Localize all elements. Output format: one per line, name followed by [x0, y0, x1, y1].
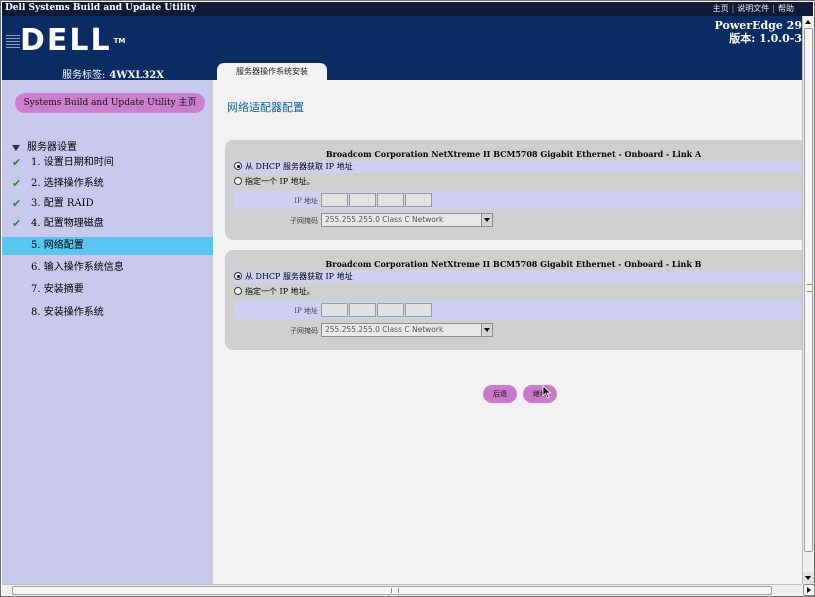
- check-icon: ✔: [12, 197, 22, 210]
- sidebar-item-network[interactable]: 5. 网络配置: [2, 237, 213, 255]
- ip-octet-2[interactable]: [349, 193, 376, 207]
- vertical-scrollbar[interactable]: [802, 16, 814, 584]
- check-icon: ✔: [12, 177, 22, 190]
- sidebar-item-label: 1. 设置日期和时间: [31, 157, 114, 168]
- ip-address-label: IP 地址: [294, 197, 318, 205]
- sidebar-item-summary[interactable]: 7. 安装摘要: [2, 281, 213, 299]
- radio-dhcp[interactable]: [234, 162, 242, 170]
- service-tag: 服务标签: 4WXL32X: [62, 70, 165, 81]
- product-model: PowerEdge 29: [714, 19, 802, 32]
- subnet-select[interactable]: 255.255.255.0 Class C Network: [321, 323, 493, 337]
- vertical-scroll-thumb[interactable]: [804, 28, 813, 552]
- horizontal-scrollbar[interactable]: [2, 584, 815, 596]
- nav-root-server-setup[interactable]: 服务器设置: [12, 138, 77, 153]
- ip-address-row: IP 地址: [234, 301, 802, 319]
- sidebar-item-select-os[interactable]: ✔ 2. 选择操作系统: [2, 175, 213, 193]
- product-info: PowerEdge 29 版本: 1.0.0-3: [715, 19, 802, 45]
- mouse-cursor-icon: [542, 385, 552, 399]
- sidebar-item-install-os[interactable]: 8. 安装操作系统: [2, 304, 213, 322]
- sidebar: Systems Build and Update Utility 主页 服务器设…: [2, 80, 213, 584]
- scroll-right-icon[interactable]: [803, 584, 815, 596]
- check-icon: ✔: [12, 156, 22, 169]
- adapter-panel-a: Broadcom Corporation NetXtreme II BCM570…: [225, 140, 802, 240]
- sidebar-item-raid[interactable]: ✔ 3. 配置 RAID: [2, 195, 213, 213]
- subnet-row: 子网掩码 255.255.255.0 Class C Network: [234, 321, 802, 339]
- title-bar: Dell Systems Build and Update Utility 主页…: [2, 2, 813, 16]
- adapter-title: Broadcom Corporation NetXtreme II BCM570…: [325, 149, 702, 159]
- ip-octet-3[interactable]: [377, 193, 404, 207]
- sidebar-item-label: 7. 安装摘要: [31, 284, 84, 295]
- ip-octet-4[interactable]: [405, 303, 432, 317]
- ip-octet-1[interactable]: [321, 193, 348, 207]
- home-link[interactable]: 主页: [710, 4, 732, 13]
- header-banner: DELL TM PowerEdge 29 版本: 1.0.0-3 服务标签: 4WX…: [2, 16, 802, 81]
- sidebar-item-os-info[interactable]: 6. 输入操作系统信息: [2, 259, 213, 277]
- subnet-label: 子网掩码: [290, 327, 318, 335]
- scroll-down-icon[interactable]: [803, 572, 814, 584]
- subnet-label: 子网掩码: [290, 217, 318, 225]
- page-title: 网络适配器配置: [227, 101, 304, 114]
- ip-octet-1[interactable]: [321, 303, 348, 317]
- sidebar-item-label: 6. 输入操作系统信息: [31, 262, 124, 273]
- radio-static-ip[interactable]: [234, 287, 242, 295]
- back-button[interactable]: 后退: [483, 385, 517, 403]
- docs-link[interactable]: 说明文件: [734, 4, 772, 13]
- sidebar-item-date-time[interactable]: ✔ 1. 设置日期和时间: [2, 154, 213, 172]
- dhcp-option[interactable]: 从 DHCP 服务器获取 IP 地址: [234, 271, 802, 283]
- chevron-down-icon: [481, 214, 492, 226]
- sidebar-item-label: 4. 配置物理磁盘: [31, 218, 104, 229]
- static-ip-option[interactable]: 指定一个 IP 地址。: [234, 176, 802, 188]
- ip-octet-2[interactable]: [349, 303, 376, 317]
- ip-address-label: IP 地址: [294, 307, 318, 315]
- ip-address-row: IP 地址: [234, 191, 802, 209]
- main-content: 网络适配器配置 Broadcom Corporation NetXtreme I…: [213, 80, 802, 584]
- subnet-select[interactable]: 255.255.255.0 Class C Network: [321, 213, 493, 227]
- check-icon: ✔: [12, 217, 22, 230]
- window-title: Dell Systems Build and Update Utility: [5, 3, 197, 13]
- browser-window: Dell Systems Build and Update Utility 主页…: [0, 0, 815, 597]
- triangle-down-icon: [12, 144, 20, 151]
- dhcp-option[interactable]: 从 DHCP 服务器获取 IP 地址: [234, 161, 802, 173]
- scroll-up-icon[interactable]: [803, 16, 814, 28]
- logo-stripes: [6, 35, 20, 51]
- help-link[interactable]: 帮助: [775, 4, 797, 13]
- horizontal-scroll-thumb[interactable]: [12, 586, 772, 595]
- dell-logo: DELL TM: [20, 23, 126, 58]
- home-button[interactable]: Systems Build and Update Utility 主页: [15, 93, 205, 113]
- top-links: 主页 | 说明文件 | 帮助: [710, 3, 797, 14]
- radio-static-ip[interactable]: [234, 177, 242, 185]
- ip-octet-3[interactable]: [377, 303, 404, 317]
- product-version: 版本: 1.0.0-3: [729, 32, 802, 45]
- sidebar-item-label: 2. 选择操作系统: [31, 178, 104, 189]
- sidebar-item-label: 3. 配置 RAID: [31, 198, 94, 209]
- chevron-down-icon: [481, 324, 492, 336]
- subnet-row: 子网掩码 255.255.255.0 Class C Network: [234, 211, 802, 229]
- sidebar-item-label: 5. 网络配置: [31, 240, 84, 251]
- static-ip-option[interactable]: 指定一个 IP 地址。: [234, 286, 802, 298]
- sidebar-item-physical-disks[interactable]: ✔ 4. 配置物理磁盘: [2, 215, 213, 233]
- adapter-panel-b: Broadcom Corporation NetXtreme II BCM570…: [225, 250, 802, 350]
- ip-octet-4[interactable]: [405, 193, 432, 207]
- tab-os-install[interactable]: 服务器操作系统安装: [217, 63, 327, 80]
- radio-dhcp[interactable]: [234, 272, 242, 280]
- adapter-title: Broadcom Corporation NetXtreme II BCM570…: [325, 259, 702, 269]
- sidebar-item-label: 8. 安装操作系统: [31, 307, 104, 318]
